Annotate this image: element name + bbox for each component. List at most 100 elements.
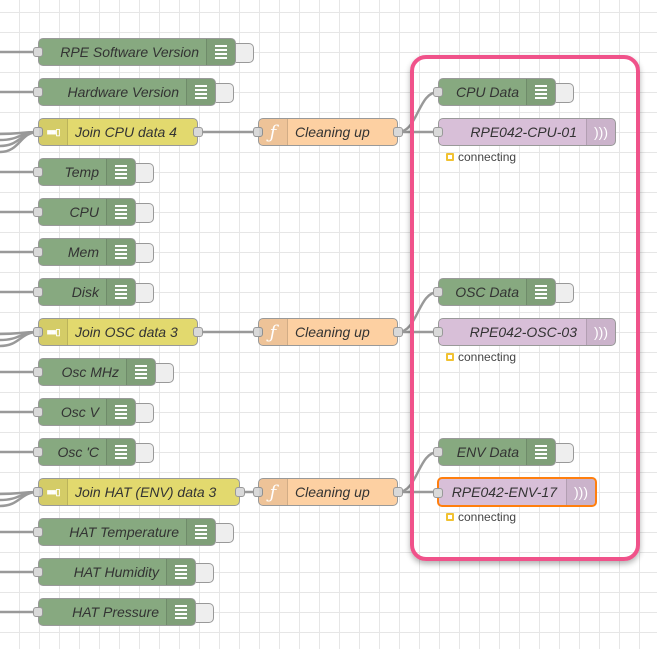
node-label: CPU Data [455,84,519,100]
debug-toggle-button[interactable] [136,203,154,223]
node-label: Temp [64,164,99,180]
list-icon [106,439,135,465]
debug-toggle-button[interactable] [196,563,214,583]
input-port[interactable] [33,527,43,537]
join-node-hat[interactable]: ■■▯ Join HAT (ENV) data 3 [33,478,245,506]
function-icon: ƒ [259,479,288,505]
debug-node-cpu-data[interactable]: CPU Data [433,78,574,106]
join-icon: ■■▯ [39,119,68,145]
debug-toggle-button[interactable] [216,83,234,103]
input-port[interactable] [33,87,43,97]
input-port[interactable] [33,167,43,177]
node-label: Join OSC data 3 [75,324,178,340]
node-label: RPE042-ENV-17 [451,484,557,500]
input-port[interactable] [433,287,443,297]
function-node-cleaning-up-env[interactable]: ƒ Cleaning up [253,478,403,506]
debug-toggle-button[interactable] [216,523,234,543]
debug-toggle-button[interactable] [556,443,574,463]
list-icon [526,79,555,105]
output-port[interactable] [193,327,203,337]
debug-node-osc-data[interactable]: OSC Data [433,278,574,306]
debug-node-env-data[interactable]: ENV Data [433,438,574,466]
list-icon [106,279,135,305]
output-port[interactable] [393,127,403,137]
wireless-icon: ))) [586,119,615,145]
debug-node-osc-c[interactable]: Osc 'C [33,438,154,466]
input-port[interactable] [33,407,43,417]
input-port[interactable] [33,47,43,57]
mqtt-node-osc[interactable]: RPE042-OSC-03 ))) [433,318,616,346]
input-port[interactable] [433,327,443,337]
list-icon [126,359,155,385]
list-icon [526,279,555,305]
node-label: Osc 'C [57,444,99,460]
node-label: HAT Humidity [73,564,159,580]
status-dot [446,513,454,521]
list-icon [106,159,135,185]
node-label: RPE042-CPU-01 [470,124,577,140]
debug-node-osc-mhz[interactable]: Osc MHz [33,358,174,386]
input-port[interactable] [33,247,43,257]
output-port[interactable] [393,487,403,497]
input-port[interactable] [433,127,443,137]
function-node-cleaning-up-osc[interactable]: ƒ Cleaning up [253,318,403,346]
debug-toggle-button[interactable] [556,83,574,103]
debug-node-rpe-software-version[interactable]: RPE Software Version [33,38,254,66]
debug-toggle-button[interactable] [556,283,574,303]
input-port[interactable] [33,207,43,217]
node-label: Disk [71,284,99,300]
debug-toggle-button[interactable] [136,403,154,423]
output-port[interactable] [393,327,403,337]
list-icon [166,599,195,625]
node-label: Cleaning up [295,484,370,500]
join-node-osc[interactable]: ■■▯ Join OSC data 3 [33,318,203,346]
node-label: Cleaning up [295,124,370,140]
join-node-cpu[interactable]: ■■▯ Join CPU data 4 [33,118,203,146]
node-label: HAT Temperature [69,524,179,540]
output-port[interactable] [235,487,245,497]
debug-node-temp[interactable]: Temp [33,158,154,186]
debug-toggle-button[interactable] [136,283,154,303]
debug-node-hat-humidity[interactable]: HAT Humidity [33,558,214,586]
debug-toggle-button[interactable] [136,243,154,263]
node-label: Osc V [60,404,99,420]
input-port[interactable] [33,447,43,457]
input-port[interactable] [433,488,443,498]
status-connecting-cpu: connecting [446,150,516,164]
input-port[interactable] [33,367,43,377]
input-port[interactable] [33,567,43,577]
debug-node-hardware-version[interactable]: Hardware Version [33,78,234,106]
mqtt-node-env[interactable]: RPE042-ENV-17 ))) [433,477,597,507]
node-label: RPE042-OSC-03 [469,324,577,340]
function-node-cleaning-up-cpu[interactable]: ƒ Cleaning up [253,118,403,146]
list-icon [106,399,135,425]
node-label: RPE Software Version [60,44,199,60]
output-port[interactable] [193,127,203,137]
join-icon: ■■▯ [39,479,68,505]
input-port[interactable] [433,87,443,97]
debug-node-cpu[interactable]: CPU [33,198,154,226]
debug-node-disk[interactable]: Disk [33,278,154,306]
debug-node-osc-v[interactable]: Osc V [33,398,154,426]
debug-node-mem[interactable]: Mem [33,238,154,266]
input-port[interactable] [33,607,43,617]
status-text: connecting [458,350,517,364]
list-icon [186,519,215,545]
input-port[interactable] [33,287,43,297]
node-label: Join HAT (ENV) data 3 [75,484,217,500]
debug-node-hat-temperature[interactable]: HAT Temperature [33,518,234,546]
node-label: CPU [69,204,99,220]
node-label: HAT Pressure [72,604,159,620]
debug-toggle-button[interactable] [136,443,154,463]
function-icon: ƒ [259,119,288,145]
debug-toggle-button[interactable] [196,603,214,623]
debug-toggle-button[interactable] [136,163,154,183]
mqtt-node-cpu[interactable]: RPE042-CPU-01 ))) [433,118,616,146]
debug-toggle-button[interactable] [156,363,174,383]
debug-node-hat-pressure[interactable]: HAT Pressure [33,598,214,626]
debug-toggle-button[interactable] [236,43,254,63]
node-label: Mem [67,244,99,260]
list-icon [526,439,555,465]
wireless-icon: ))) [586,319,615,345]
input-port[interactable] [433,447,443,457]
